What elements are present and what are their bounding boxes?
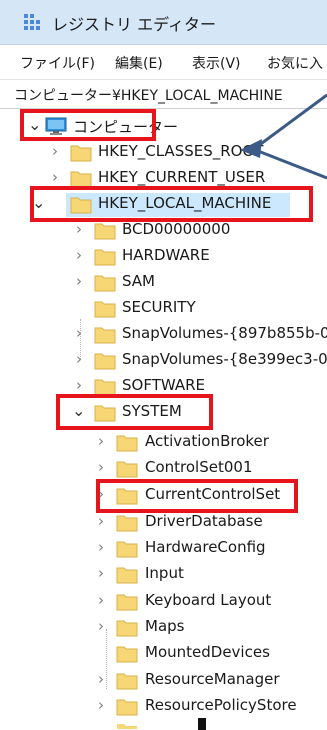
tree-node-label: BCD00000000 xyxy=(122,220,231,238)
tree-node-security[interactable]: SECURITY xyxy=(0,296,327,322)
tree-node-snapvolumes-1[interactable]: › SnapVolumes-{897b855b-0 xyxy=(0,322,327,348)
folder-icon xyxy=(94,301,116,318)
chevron-right-icon[interactable]: › xyxy=(76,376,82,394)
tree-node-mounteddevices[interactable]: MountedDevices xyxy=(0,641,327,667)
chevron-right-icon[interactable]: › xyxy=(98,458,104,476)
tree-node-label: SECURITY xyxy=(122,298,196,316)
title-bar: レジストリ エディター xyxy=(0,0,327,45)
menu-file[interactable]: ファイル(F) xyxy=(20,53,95,73)
tree-node-label: SAM xyxy=(122,272,156,290)
tree-node-label: SnapVolumes-{897b855b-0 xyxy=(122,324,327,342)
folder-icon xyxy=(116,699,138,716)
folder-icon xyxy=(116,515,138,532)
chevron-right-icon[interactable]: › xyxy=(76,246,82,264)
chevron-right-icon[interactable]: › xyxy=(52,168,58,186)
tree-node-label: HKEY_CURRENT_USER xyxy=(98,168,266,186)
tree-node-keyboard-layout[interactable]: › Keyboard Layout xyxy=(0,589,327,615)
tree-node-label: ControlSet001 xyxy=(145,458,253,476)
highlight-box-currentcontrolset xyxy=(96,479,298,513)
tree-node-label: Input xyxy=(145,564,184,582)
folder-icon xyxy=(94,327,116,344)
menu-edit[interactable]: 編集(E) xyxy=(115,53,163,73)
chevron-right-icon[interactable]: › xyxy=(76,350,82,368)
chevron-right-icon[interactable]: › xyxy=(98,591,104,609)
tree-node-hardware[interactable]: › HARDWARE xyxy=(0,244,327,270)
tree-node-driverdatabase[interactable]: › DriverDatabase xyxy=(0,510,327,536)
chevron-right-icon[interactable]: › xyxy=(98,512,104,530)
tree-node-label: ActivationBroker xyxy=(145,432,269,450)
tree-node-resourcepolicystore[interactable]: › ResourcePolicyStore xyxy=(0,694,327,720)
tree-node-label: HARDWARE xyxy=(122,246,210,264)
chevron-right-icon[interactable]: › xyxy=(98,538,104,556)
address-bar[interactable]: コンピューター¥HKEY_LOCAL_MACHINE xyxy=(0,80,327,109)
tree-node-label: HardwareConfig xyxy=(145,538,266,556)
tree-node-label: MountedDevices xyxy=(145,643,270,661)
menu-favorites[interactable]: お気に入 xyxy=(267,53,323,73)
folder-icon xyxy=(116,646,138,663)
folder-icon xyxy=(116,541,138,558)
registry-editor-icon xyxy=(24,14,40,30)
highlight-box-hkey-local-machine xyxy=(30,186,313,222)
folder-icon xyxy=(94,249,116,266)
folder-icon xyxy=(116,461,138,478)
folder-icon xyxy=(117,724,137,729)
tree-node-maps[interactable]: › Maps xyxy=(0,615,327,641)
tree-node-input[interactable]: › Input xyxy=(0,562,327,588)
tree-node-label: SOFTWARE xyxy=(122,376,206,394)
tree-node-sam[interactable]: › SAM xyxy=(0,270,327,296)
tree-node-label: ResourceManager xyxy=(145,670,280,688)
chevron-right-icon[interactable]: › xyxy=(76,220,82,238)
chevron-right-icon[interactable]: › xyxy=(52,142,58,160)
folder-icon xyxy=(70,145,92,162)
menu-view[interactable]: 表示(V) xyxy=(192,53,241,73)
folder-icon xyxy=(116,435,138,452)
tree-node-label: HKEY_CLASSES_ROOT xyxy=(98,142,264,160)
tree-node-label: Keyboard Layout xyxy=(145,591,272,609)
chevron-right-icon[interactable]: › xyxy=(76,272,82,290)
folder-icon xyxy=(94,275,116,292)
tree-node-activationbroker[interactable]: › ActivationBroker xyxy=(0,430,327,456)
highlight-box-system xyxy=(56,394,213,430)
tree-node-label: SnapVolumes-{8e399ec3-00 xyxy=(122,350,327,368)
folder-icon xyxy=(116,567,138,584)
address-path[interactable]: コンピューター¥HKEY_LOCAL_MACHINE xyxy=(14,85,283,105)
tree-node-hkey-classes-root[interactable]: › HKEY_CLASSES_ROOT xyxy=(0,140,327,166)
folder-icon xyxy=(116,673,138,690)
folder-icon xyxy=(94,353,116,370)
tree-node-resourcemanager[interactable]: › ResourceManager xyxy=(0,668,327,694)
window-title: レジストリ エディター xyxy=(52,15,216,34)
text-cursor xyxy=(198,718,206,730)
folder-icon xyxy=(94,223,116,240)
tree-node-label: Maps xyxy=(145,617,185,635)
folder-icon xyxy=(116,594,138,611)
folder-icon xyxy=(116,620,138,637)
tree-node-hardwareconfig[interactable]: › HardwareConfig xyxy=(0,536,327,562)
highlight-box-computer xyxy=(20,109,156,141)
menu-bar: ファイル(F) 編集(E) 表示(V) お気に入 xyxy=(0,45,327,80)
chevron-right-icon[interactable]: › xyxy=(76,324,82,342)
chevron-right-icon[interactable]: › xyxy=(98,696,104,714)
chevron-right-icon[interactable]: › xyxy=(98,670,104,688)
tree-node-snapvolumes-2[interactable]: › SnapVolumes-{8e399ec3-00 xyxy=(0,348,327,374)
tree-node-label: ResourcePolicyStore xyxy=(145,696,297,714)
tree-node-label: DriverDatabase xyxy=(145,512,263,530)
chevron-right-icon[interactable]: › xyxy=(98,617,104,635)
chevron-right-icon[interactable]: › xyxy=(98,432,104,450)
chevron-right-icon[interactable]: › xyxy=(98,564,104,582)
